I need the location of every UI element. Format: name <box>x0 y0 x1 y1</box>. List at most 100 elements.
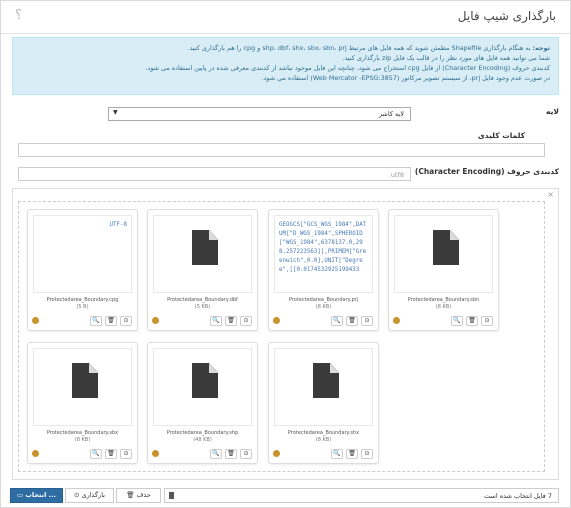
upload-file-button[interactable]: ⊙ <box>240 316 252 326</box>
footer-toolbar: 7 فایل انتخاب شده است 🗑 حذف ⊙ بارگذاری ▭… <box>10 488 559 503</box>
file-actions: 🔍 🗑 ⊙ <box>451 316 493 326</box>
remove-button[interactable]: 🗑 <box>105 449 117 459</box>
upload-file-button[interactable]: ⊙ <box>120 316 132 326</box>
file-name: Protectedarea_Boundary.sbn <box>407 297 480 303</box>
encoding-label: کدبندی حروف (Character Encoding) <box>414 167 559 176</box>
notice-bold: توجه: <box>532 44 550 52</box>
file-name: Protectedarea_Boundary.dbf <box>167 297 238 303</box>
keywords-input[interactable] <box>18 143 545 157</box>
upload-file-button[interactable]: ⊙ <box>481 316 493 326</box>
file-text-preview: UTF-8 <box>109 222 127 228</box>
file-card[interactable]: UTF-8 Protectedarea_Boundary.cpg (5 B) 🔍 🗑 ⊙ <box>27 209 138 331</box>
file-actions: 🔍 🗑 ⊙ <box>331 449 373 459</box>
file-size: (48 KB) <box>193 437 212 443</box>
layer-label: لایه <box>546 107 559 116</box>
browse-label: انتخاب ... <box>25 491 57 499</box>
file-text-preview: GEOGCS["GCS_WGS_1984",DATUM["D_WGS_1984"… <box>279 222 367 273</box>
notice-box: توجه: به هنگام بارگذاری Shapefile مطمئن … <box>12 37 559 95</box>
remove-button[interactable]: 🗑 <box>225 316 237 326</box>
document-icon <box>192 230 218 265</box>
file-preview <box>394 215 493 293</box>
remove-button[interactable]: 🗑 <box>346 449 358 459</box>
help-icon[interactable]: ؟ <box>15 8 22 23</box>
document-icon <box>192 363 218 398</box>
file-preview <box>33 348 132 426</box>
dialog-title: بارگذاری شیپ فایل <box>457 9 556 23</box>
notice-text-1: به هنگام بارگذاری Shapefile مطمئن شوید ک… <box>187 44 531 52</box>
file-card[interactable]: Protectedarea_Boundary.sbn (8 KB) 🔍 🗑 ⊙ <box>388 209 499 331</box>
file-size: (5 KB) <box>194 304 211 310</box>
notice-line-1: توجه: به هنگام بارگذاری Shapefile مطمئن … <box>21 43 550 53</box>
file-name: Protectedarea_Boundary.shp <box>166 430 239 436</box>
remove-button[interactable]: 🗑 <box>346 316 358 326</box>
delete-label: حذف <box>136 491 151 499</box>
upload-button[interactable]: ⊙ بارگذاری <box>65 488 114 503</box>
zoom-button[interactable]: 🔍 <box>451 316 463 326</box>
file-actions: 🔍 🗑 ⊙ <box>90 316 132 326</box>
document-icon <box>72 363 98 398</box>
upload-label: بارگذاری <box>81 491 105 499</box>
file-icon <box>169 492 174 499</box>
notice-line-4: در صورت عدم وجود فایل prj، از سیستم تصوی… <box>261 74 550 82</box>
document-icon <box>313 363 339 398</box>
dialog-header: بارگذاری شیپ فایل ؟ <box>1 1 570 34</box>
file-size: (8 KB) <box>435 304 452 310</box>
remove-button[interactable]: 🗑 <box>466 316 478 326</box>
drag-handle-icon[interactable] <box>32 317 39 324</box>
drag-handle-icon[interactable] <box>273 317 280 324</box>
file-preview <box>153 215 252 293</box>
layer-select[interactable]: لایه کاشر ▼ <box>108 107 411 121</box>
drag-handle-icon[interactable] <box>152 450 159 457</box>
file-actions: 🔍 🗑 ⊙ <box>90 449 132 459</box>
remove-button[interactable]: 🗑 <box>105 316 117 326</box>
file-name: Protectedarea_Boundary.prj <box>288 297 359 303</box>
file-actions: 🔍 🗑 ⊙ <box>331 316 373 326</box>
file-card[interactable]: Protectedarea_Boundary.dbf (5 KB) 🔍 🗑 ⊙ <box>147 209 258 331</box>
notice-line-2: شما می توانید همه فایل های مورد نظر را د… <box>342 54 550 62</box>
encoding-placeholder: utf8 <box>390 171 404 179</box>
drag-handle-icon[interactable] <box>273 450 280 457</box>
encoding-input[interactable]: utf8 <box>18 167 411 181</box>
file-actions: 🔍 🗑 ⊙ <box>210 316 252 326</box>
file-caption: 7 فایل انتخاب شده است <box>164 488 559 503</box>
file-preview <box>274 348 373 426</box>
file-preview <box>153 348 252 426</box>
document-icon <box>433 230 459 265</box>
zoom-button[interactable]: 🔍 <box>90 449 102 459</box>
close-icon[interactable]: × <box>547 190 554 199</box>
upload-file-button[interactable]: ⊙ <box>361 316 373 326</box>
zoom-button[interactable]: 🔍 <box>331 449 343 459</box>
layer-select-value: لایه کاشر <box>378 110 404 118</box>
file-preview: UTF-8 <box>33 215 132 293</box>
file-name: Protectedarea_Boundary.sbx <box>46 430 119 436</box>
file-card[interactable]: GEOGCS["GCS_WGS_1984",DATUM["D_WGS_1984"… <box>268 209 379 331</box>
drag-handle-icon[interactable] <box>393 317 400 324</box>
zoom-button[interactable]: 🔍 <box>210 449 222 459</box>
zoom-button[interactable]: 🔍 <box>90 316 102 326</box>
file-card[interactable]: Protectedarea_Boundary.sbx (8 KB) 🔍 🗑 ⊙ <box>27 342 138 464</box>
upload-dialog: بارگذاری شیپ فایل ؟ توجه: به هنگام بارگذ… <box>0 0 571 508</box>
chevron-down-icon: ▼ <box>113 109 118 116</box>
browse-button[interactable]: ▭ انتخاب ... <box>10 488 63 503</box>
drag-handle-icon[interactable] <box>32 450 39 457</box>
file-size: (5 B) <box>76 304 89 310</box>
remove-button[interactable]: 🗑 <box>225 449 237 459</box>
upload-icon: ⊙ <box>74 491 82 499</box>
file-name: Protectedarea_Boundary.shx <box>287 430 360 436</box>
file-name: Protectedarea_Boundary.cpg <box>46 297 119 303</box>
file-size: (8 KB) <box>315 304 332 310</box>
upload-file-button[interactable]: ⊙ <box>120 449 132 459</box>
keywords-label: کلمات کلیدی <box>477 131 525 140</box>
drag-handle-icon[interactable] <box>152 317 159 324</box>
upload-file-button[interactable]: ⊙ <box>240 449 252 459</box>
file-card[interactable]: Protectedarea_Boundary.shp (48 KB) 🔍 🗑 ⊙ <box>147 342 258 464</box>
delete-button[interactable]: 🗑 حذف <box>116 488 161 503</box>
file-card[interactable]: Protectedarea_Boundary.shx (8 KB) 🔍 🗑 ⊙ <box>268 342 379 464</box>
caption-text: 7 فایل انتخاب شده است <box>484 492 552 500</box>
file-preview: GEOGCS["GCS_WGS_1984",DATUM["D_WGS_1984"… <box>274 215 373 293</box>
file-size: (8 KB) <box>315 437 332 443</box>
zoom-button[interactable]: 🔍 <box>331 316 343 326</box>
file-actions: 🔍 🗑 ⊙ <box>210 449 252 459</box>
zoom-button[interactable]: 🔍 <box>210 316 222 326</box>
upload-file-button[interactable]: ⊙ <box>361 449 373 459</box>
